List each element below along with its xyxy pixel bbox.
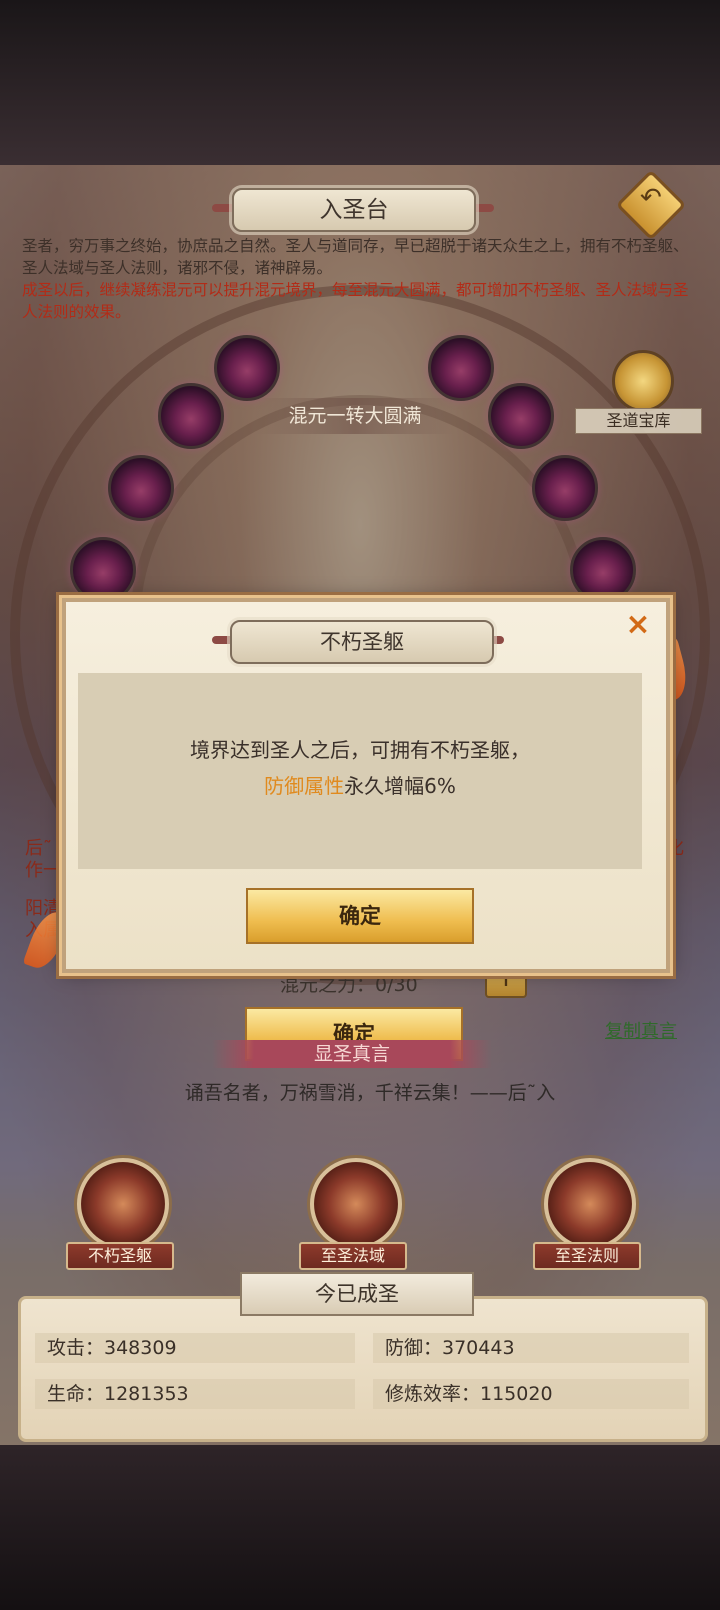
mantra-text: 诵吾名者，万祸雪消，千祥云集！——后˜入 [184,1082,556,1104]
saint-domain-icon[interactable] [310,1158,402,1250]
immortal-body-icon[interactable] [77,1158,169,1250]
realm-level-label: 混元一转大圆满 [255,398,455,434]
modal-description-line-2: 防御属性永久增幅6% [78,770,642,799]
intro-line-2: 成圣以后，继续凝练混元可以提升混元境界，每至混元大圆满，都可增加不朽圣躯、圣人法… [22,281,689,321]
modal-description-line-1: 境界达到圣人之后，可拥有不朽圣躯， [190,738,530,762]
top-bar-background [0,0,720,165]
modal-boost-text: 永久增幅6% [344,774,456,798]
modal-title: 不朽圣躯 [230,620,494,664]
bottom-bar-background [0,1445,720,1610]
stat-attack: 攻击：348309 [35,1333,355,1363]
hidden-text-left-b: 作一 [25,860,61,881]
stat-cultivation: 修炼效率：115020 [373,1379,689,1409]
treasury-label[interactable]: 圣道宝库 [575,408,702,434]
page-title: 入圣台 [232,188,476,232]
stat-hp: 生命：1281353 [35,1379,355,1409]
close-icon[interactable]: × [623,610,653,640]
copy-mantra-link[interactable]: 复制真言 [605,1017,677,1043]
saint-status-title: 今已成圣 [240,1272,474,1316]
treasury-icon[interactable] [612,350,674,412]
modal-confirm-button[interactable]: 确定 [246,888,474,944]
skill-label-immortal-body[interactable]: 不朽圣躯 [66,1242,174,1270]
skill-label-saint-law[interactable]: 至圣法则 [533,1242,641,1270]
skill-label-saint-domain[interactable]: 至圣法域 [299,1242,407,1270]
intro-line-1: 圣者，穷万事之终始，协庶品之自然。圣人与道同存，早已超脱于诸天众生之上，拥有不朽… [22,237,689,277]
stat-defense: 防御：370443 [373,1333,689,1363]
defense-attribute-highlight: 防御属性 [264,774,345,798]
intro-text: 圣者，穷万事之终始，协庶品之自然。圣人与道同存，早已超脱于诸天众生之上，拥有不朽… [22,235,702,323]
stats-panel: 攻击：348309 防御：370443 生命：1281353 修炼效率：1150… [18,1296,708,1442]
back-arrow-icon: ↶ [640,182,662,213]
primal-force-counter: 混元之力：0/30 [280,974,418,996]
mantra-banner: 显圣真言 [212,1040,492,1068]
saint-law-icon[interactable] [544,1158,636,1250]
